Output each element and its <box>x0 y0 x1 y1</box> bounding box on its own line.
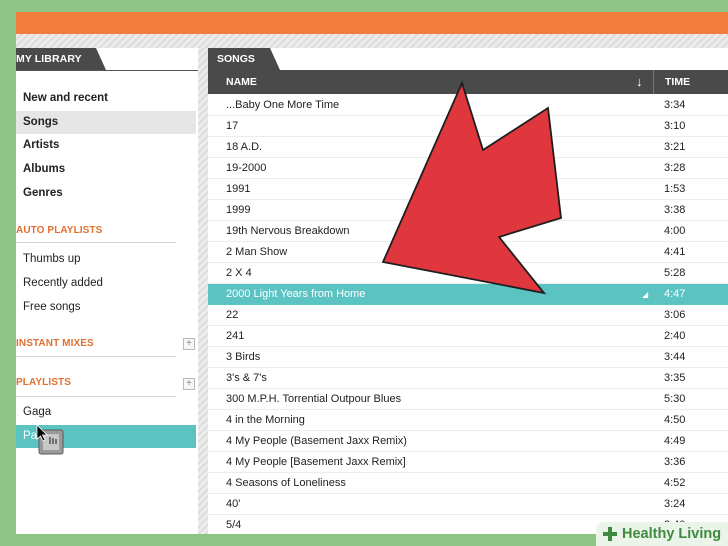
song-title: 241 <box>226 330 245 342</box>
add-instant-mix-plus-icon[interactable]: + <box>183 338 195 350</box>
songs-tab[interactable]: SONGS <box>208 48 280 70</box>
song-title: 18 A.D. <box>226 141 263 153</box>
section-divider <box>16 242 176 243</box>
song-title: 19-2000 <box>226 162 267 174</box>
health-cross-icon <box>603 527 617 541</box>
song-title: 22 <box>226 309 239 321</box>
song-duration: 3:24 <box>664 498 686 510</box>
song-duration: 2:40 <box>664 330 686 342</box>
song-title: 1999 <box>226 204 251 216</box>
sidebar-item-albums[interactable]: Albums <box>16 158 196 181</box>
song-duration: 1:53 <box>664 183 686 195</box>
instant-mixes-heading: INSTANT MIXES <box>16 338 94 349</box>
sidebar-item-songs[interactable]: Songs <box>16 111 196 134</box>
song-duration: 3:44 <box>664 351 686 363</box>
song-title: 5/4 <box>226 519 242 531</box>
section-divider <box>16 396 176 397</box>
song-title: 4 My People [Basement Jaxx Remix] <box>226 456 406 468</box>
song-duration: 3:36 <box>664 456 686 468</box>
song-duration: 4:50 <box>664 414 686 426</box>
song-duration: 4:52 <box>664 477 686 489</box>
table-row[interactable]: 300 M.P.H. Torrential Outpour Blues 5:30 <box>208 389 728 410</box>
table-row[interactable]: 4 My People (Basement Jaxx Remix) 4:49 <box>208 431 728 452</box>
add-playlist-plus-icon[interactable]: + <box>183 378 195 390</box>
song-duration: 3:21 <box>664 141 686 153</box>
song-duration: 3:28 <box>664 162 686 174</box>
table-row[interactable]: 18 A.D. 3:21 <box>208 137 728 158</box>
song-title: 3 Birds <box>226 351 261 363</box>
table-row[interactable]: 1991 1:53 <box>208 179 728 200</box>
songs-panel: SONGS NAME ↓ TIME ...Baby One More Time 3… <box>208 48 728 534</box>
song-title: 4 My People (Basement Jaxx Remix) <box>226 435 407 447</box>
time-column-header[interactable]: TIME <box>665 70 690 94</box>
sidebar-item-artists[interactable]: Artists <box>16 134 196 157</box>
song-duration: 5:28 <box>664 267 686 279</box>
song-duration: 3:38 <box>664 204 686 216</box>
sidebar-item-genres[interactable]: Genres <box>16 182 196 205</box>
song-title: 2 Man Show <box>226 246 288 258</box>
column-separator <box>653 70 654 94</box>
songs-column-header: NAME ↓ TIME <box>208 70 728 94</box>
table-row[interactable]: 2000 Light Years from Home ◢ 4:47 <box>208 284 728 305</box>
song-duration: 4:41 <box>664 246 686 258</box>
song-title: 40' <box>226 498 241 510</box>
sidebar-item-new-and-recent[interactable]: New and recent <box>16 87 196 110</box>
table-row[interactable]: 17 3:10 <box>208 116 728 137</box>
song-duration: 3:10 <box>664 120 686 132</box>
table-row[interactable]: 19th Nervous Breakdown 4:00 <box>208 221 728 242</box>
song-title: 4 Seasons of Loneliness <box>226 477 346 489</box>
song-title: 3's & 7's <box>226 372 267 384</box>
song-title: 19th Nervous Breakdown <box>226 225 350 237</box>
playlist-item-gaga[interactable]: Gaga <box>16 401 196 424</box>
table-row[interactable]: 2 X 4 5:28 <box>208 263 728 284</box>
song-title: 1991 <box>226 183 251 195</box>
table-row[interactable]: 3's & 7's 3:35 <box>208 368 728 389</box>
sort-down-arrow-icon[interactable]: ↓ <box>636 70 643 94</box>
song-duration: 3:35 <box>664 372 686 384</box>
song-title: 17 <box>226 120 239 132</box>
table-row[interactable]: 1999 3:38 <box>208 200 728 221</box>
table-row[interactable]: 4 Seasons of Loneliness 4:52 <box>208 473 728 494</box>
table-row[interactable]: 40' 3:24 <box>208 494 728 515</box>
song-duration: 4:49 <box>664 435 686 447</box>
song-duration: 4:00 <box>664 225 686 237</box>
section-divider <box>16 356 176 357</box>
sidebar-item-recently-added[interactable]: Recently added <box>16 272 196 295</box>
song-duration: 3:06 <box>664 309 686 321</box>
table-row[interactable]: 4 My People [Basement Jaxx Remix] 3:36 <box>208 452 728 473</box>
song-duration: 3:34 <box>664 99 686 111</box>
table-row[interactable]: 22 3:06 <box>208 305 728 326</box>
sidebar-item-free-songs[interactable]: Free songs <box>16 296 196 319</box>
name-column-header[interactable]: NAME <box>226 70 257 94</box>
sidebar-header-line <box>16 70 198 71</box>
table-row[interactable]: ...Baby One More Time 3:34 <box>208 95 728 116</box>
songs-list: ...Baby One More Time 3:34 17 3:10 18 A.D. 3:… <box>208 95 728 534</box>
row-menu-corner-icon[interactable]: ◢ <box>642 284 648 305</box>
panel-splitter[interactable] <box>198 48 208 534</box>
sidebar-item-thumbs-up[interactable]: Thumbs up <box>16 248 196 271</box>
sidebar: MY LIBRARY New and recent Songs Artists … <box>16 48 198 534</box>
song-title: 300 M.P.H. Torrential Outpour Blues <box>226 393 402 405</box>
song-title: 2000 Light Years from Home <box>226 288 366 300</box>
drag-cursor-icon <box>36 424 64 455</box>
auto-playlists-heading: AUTO PLAYLISTS <box>16 225 103 236</box>
table-row[interactable]: 19-2000 3:28 <box>208 158 728 179</box>
song-duration: 5:30 <box>664 393 686 405</box>
my-library-tab[interactable]: MY LIBRARY <box>16 48 106 70</box>
table-row[interactable]: 2 Man Show 4:41 <box>208 242 728 263</box>
healthy-living-watermark: Healthy Living <box>596 522 728 546</box>
table-row[interactable]: 241 2:40 <box>208 326 728 347</box>
app-window: MY LIBRARY New and recent Songs Artists … <box>16 12 728 534</box>
song-duration: 4:47 <box>664 288 686 300</box>
watermark-text: Healthy Living <box>622 526 722 542</box>
table-row[interactable]: 3 Birds 3:44 <box>208 347 728 368</box>
song-title: 2 X 4 <box>226 267 252 279</box>
table-row[interactable]: 4 in the Morning 4:50 <box>208 410 728 431</box>
song-title: 4 in the Morning <box>226 414 305 426</box>
song-title: ...Baby One More Time <box>226 99 340 111</box>
playlists-heading: PLAYLISTS <box>16 377 71 388</box>
top-accent-bar <box>16 12 728 34</box>
